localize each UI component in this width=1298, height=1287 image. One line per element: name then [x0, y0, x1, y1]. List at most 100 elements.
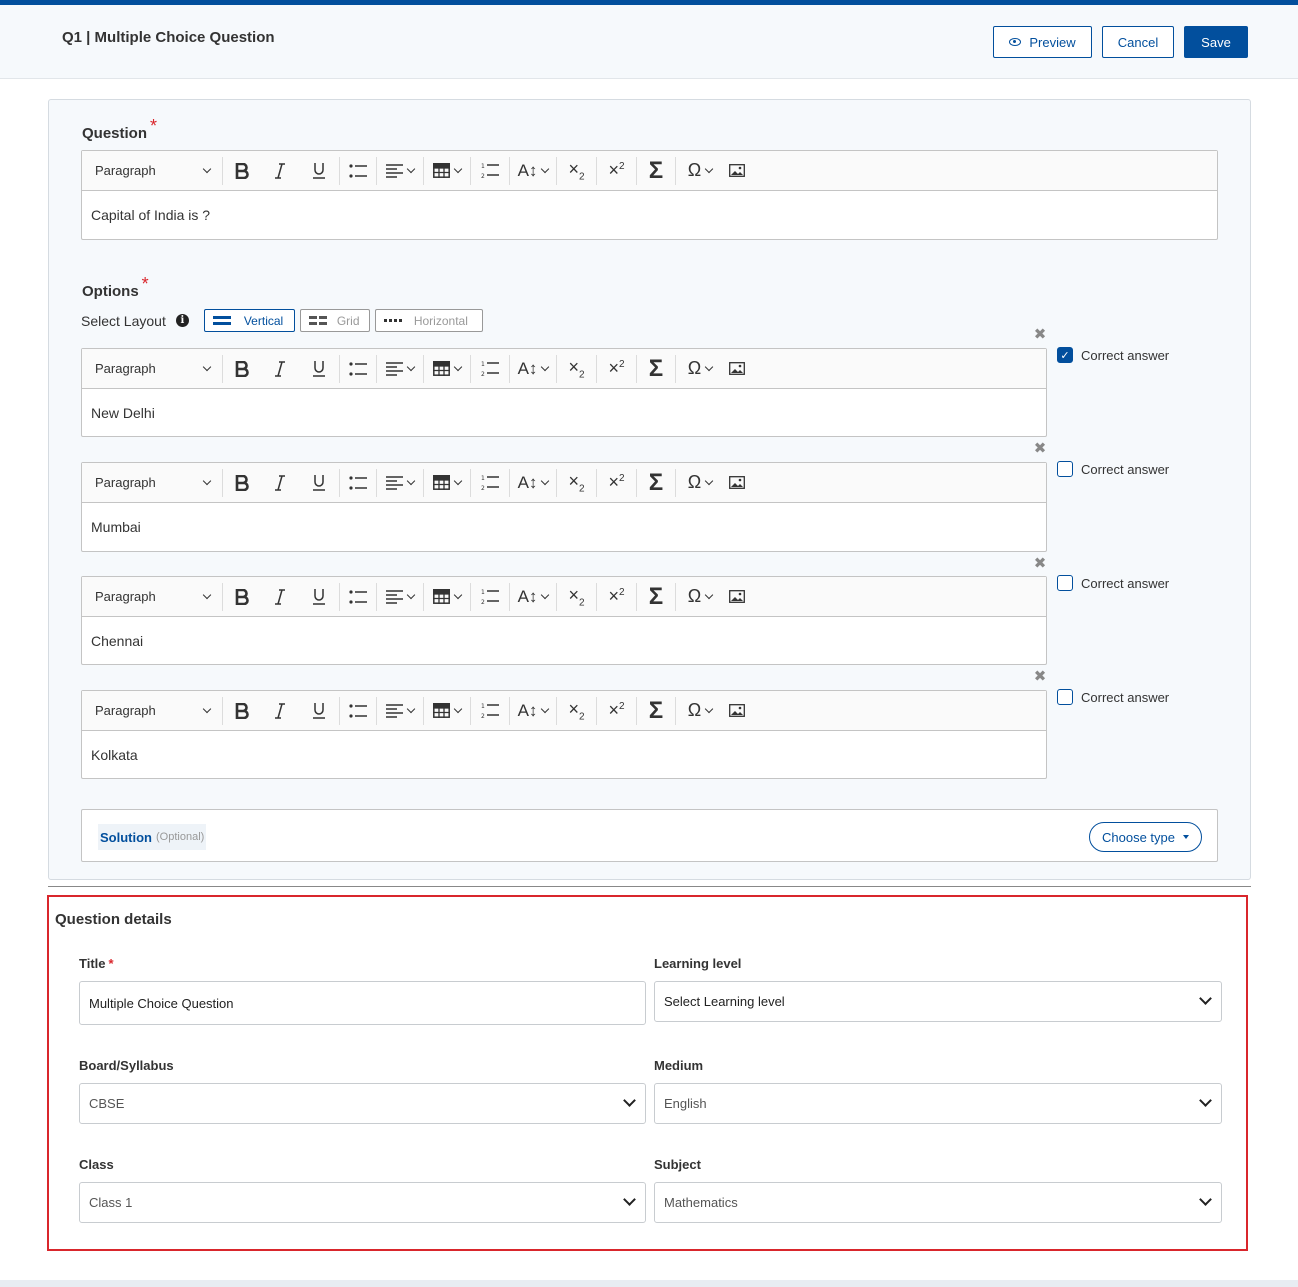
math-equation-button[interactable]: Σ — [637, 349, 675, 389]
choose-type-dropdown[interactable]: Choose type — [1089, 822, 1202, 852]
option-editor-2[interactable]: Paragraph 12 A↕ ×2 ×2 Σ Ω Mumbai — [81, 462, 1047, 552]
subscript-button[interactable]: ×2 — [557, 151, 596, 191]
table-dropdown[interactable] — [424, 463, 470, 503]
font-size-dropdown[interactable]: A↕ — [510, 463, 556, 503]
option-text-4[interactable]: Kolkata — [82, 731, 1046, 778]
italic-button[interactable] — [261, 691, 299, 731]
math-equation-button[interactable]: Σ — [637, 463, 675, 503]
paragraph-format-select[interactable]: Paragraph — [82, 691, 222, 731]
paragraph-format-select[interactable]: Paragraph — [82, 151, 222, 191]
align-dropdown[interactable] — [377, 463, 423, 503]
underline-button[interactable] — [299, 691, 339, 731]
math-equation-button[interactable]: Σ — [637, 577, 675, 617]
correct-answer-3[interactable]: Correct answer — [1057, 575, 1169, 591]
correct-answer-2[interactable]: Correct answer — [1057, 461, 1169, 477]
preview-button[interactable]: Preview — [993, 26, 1092, 58]
insert-image-button[interactable] — [724, 463, 750, 503]
italic-button[interactable] — [261, 463, 299, 503]
learning-level-select[interactable]: Select Learning level — [654, 981, 1222, 1022]
font-size-dropdown[interactable]: A↕ — [510, 577, 556, 617]
underline-button[interactable] — [299, 577, 339, 617]
correct-answer-4[interactable]: Correct answer — [1057, 689, 1169, 705]
special-characters-dropdown[interactable]: Ω — [676, 349, 724, 389]
math-equation-button[interactable]: Σ — [637, 151, 675, 191]
bullet-list-button[interactable] — [340, 151, 376, 191]
question-editor[interactable]: Paragraph 12 A↕ ×2 ×2 Σ Ω Capital of Ind… — [81, 150, 1218, 240]
title-input[interactable]: Multiple Choice Question — [79, 981, 646, 1025]
layout-vertical-button[interactable]: Vertical — [203, 309, 295, 332]
bold-button[interactable] — [223, 691, 261, 731]
correct-answer-checkbox-4[interactable] — [1057, 689, 1073, 705]
italic-button[interactable] — [261, 151, 299, 191]
correct-answer-1[interactable]: ✓ Correct answer — [1057, 347, 1169, 363]
insert-image-button[interactable] — [724, 577, 750, 617]
font-size-dropdown[interactable]: A↕ — [510, 349, 556, 389]
special-characters-dropdown[interactable]: Ω — [676, 463, 724, 503]
option-text-2[interactable]: Mumbai — [82, 503, 1046, 551]
board-select[interactable]: CBSE — [79, 1083, 646, 1124]
superscript-button[interactable]: ×2 — [597, 151, 636, 191]
save-button[interactable]: Save — [1184, 26, 1248, 58]
bullet-list-button[interactable] — [340, 691, 376, 731]
remove-option-1-icon[interactable]: ✖ — [1033, 325, 1047, 343]
font-size-dropdown[interactable]: A↕ — [510, 691, 556, 731]
bullet-list-button[interactable] — [340, 463, 376, 503]
table-dropdown[interactable] — [424, 349, 470, 389]
subscript-button[interactable]: ×2 — [557, 463, 596, 503]
option-editor-3[interactable]: Paragraph 12 A↕ ×2 ×2 Σ Ω Chennai — [81, 576, 1047, 665]
paragraph-format-select[interactable]: Paragraph — [82, 463, 222, 503]
numbered-list-button[interactable]: 12 — [471, 577, 509, 617]
bullet-list-button[interactable] — [340, 577, 376, 617]
remove-option-2-icon[interactable]: ✖ — [1033, 439, 1047, 457]
subscript-button[interactable]: ×2 — [557, 577, 596, 617]
bullet-list-button[interactable] — [340, 349, 376, 389]
cancel-button[interactable]: Cancel — [1102, 26, 1174, 58]
math-equation-button[interactable]: Σ — [637, 691, 675, 731]
italic-button[interactable] — [261, 349, 299, 389]
special-characters-dropdown[interactable]: Ω — [676, 151, 724, 191]
class-select[interactable]: Class 1 — [79, 1182, 646, 1223]
medium-select[interactable]: English — [654, 1083, 1222, 1124]
table-dropdown[interactable] — [424, 577, 470, 617]
underline-button[interactable] — [299, 463, 339, 503]
insert-image-button[interactable] — [724, 691, 750, 731]
option-text-1[interactable]: New Delhi — [82, 389, 1046, 436]
font-size-dropdown[interactable]: A↕ — [510, 151, 556, 191]
paragraph-format-select[interactable]: Paragraph — [82, 349, 222, 389]
layout-grid-button[interactable]: Grid — [299, 309, 370, 332]
option-editor-4[interactable]: Paragraph 12 A↕ ×2 ×2 Σ Ω Kolkata — [81, 690, 1047, 779]
superscript-button[interactable]: ×2 — [597, 691, 636, 731]
table-dropdown[interactable] — [424, 151, 470, 191]
special-characters-dropdown[interactable]: Ω — [676, 577, 724, 617]
remove-option-4-icon[interactable]: ✖ — [1033, 667, 1047, 685]
correct-answer-checkbox-1[interactable]: ✓ — [1057, 347, 1073, 363]
correct-answer-checkbox-3[interactable] — [1057, 575, 1073, 591]
subject-select[interactable]: Mathematics — [654, 1182, 1222, 1223]
align-dropdown[interactable] — [377, 577, 423, 617]
superscript-button[interactable]: ×2 — [597, 463, 636, 503]
subscript-button[interactable]: ×2 — [557, 691, 596, 731]
subscript-button[interactable]: ×2 — [557, 349, 596, 389]
bold-button[interactable] — [223, 349, 261, 389]
superscript-button[interactable]: ×2 — [597, 349, 636, 389]
insert-image-button[interactable] — [724, 349, 750, 389]
paragraph-format-select[interactable]: Paragraph — [82, 577, 222, 617]
option-editor-1[interactable]: Paragraph 12 A↕ ×2 ×2 Σ Ω New Delhi — [81, 348, 1047, 437]
underline-button[interactable] — [299, 151, 339, 191]
remove-option-3-icon[interactable]: ✖ — [1033, 554, 1047, 572]
option-text-3[interactable]: Chennai — [82, 617, 1046, 664]
align-dropdown[interactable] — [377, 691, 423, 731]
bold-button[interactable] — [223, 463, 261, 503]
numbered-list-button[interactable]: 12 — [471, 463, 509, 503]
align-dropdown[interactable] — [377, 349, 423, 389]
numbered-list-button[interactable]: 12 — [471, 349, 509, 389]
insert-image-button[interactable] — [724, 151, 750, 191]
underline-button[interactable] — [299, 349, 339, 389]
bold-button[interactable] — [223, 151, 261, 191]
question-text[interactable]: Capital of India is ? — [82, 191, 1217, 239]
correct-answer-checkbox-2[interactable] — [1057, 461, 1073, 477]
bold-button[interactable] — [223, 577, 261, 617]
special-characters-dropdown[interactable]: Ω — [676, 691, 724, 731]
layout-horizontal-button[interactable]: Horizontal — [374, 309, 483, 332]
superscript-button[interactable]: ×2 — [597, 577, 636, 617]
